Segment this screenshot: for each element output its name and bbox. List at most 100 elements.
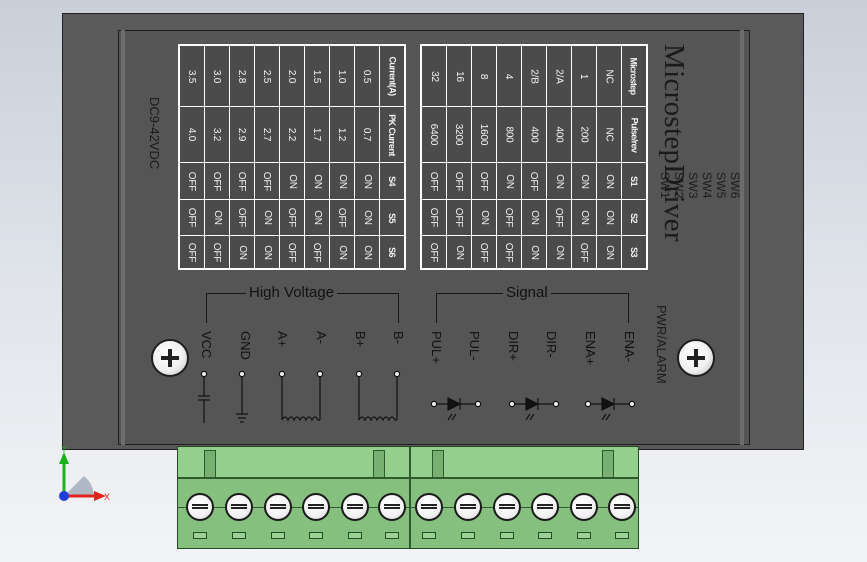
terminal-label-a-minus: A- [314, 331, 329, 344]
table-cell: OFF [428, 242, 440, 262]
table-cell: ON [286, 173, 298, 189]
table-cell: ON [578, 173, 590, 189]
coil-a-symbol [278, 370, 324, 422]
table-header-cell: PK Current [387, 113, 398, 156]
signal-bracket-right [628, 293, 629, 323]
table-cell: 1.5 [311, 69, 323, 83]
table-header-cell: Microstep [629, 57, 640, 95]
power-alarm-label: PWR/ALARM [654, 305, 669, 384]
terminal-screw-10[interactable] [531, 493, 559, 521]
table-cell: 2/B [528, 68, 540, 84]
table-header-cell: S4 [387, 176, 397, 186]
coil-b-symbol [355, 370, 401, 422]
terminal-wire-slot-5 [348, 532, 362, 539]
table-cell: OFF [428, 207, 440, 228]
table-cell: ON [236, 244, 248, 260]
panel-edge-left [121, 30, 125, 445]
terminal-screw-1[interactable] [186, 493, 214, 521]
optocoupler-pul-symbol [430, 397, 482, 421]
table-cell: ON [361, 173, 373, 189]
cad-viewport[interactable]: 3.5 3.0 2.8 2.5 2.0 1.5 1.0 0.5 Current(A) 4.0 3.2… [0, 0, 867, 562]
y-axis-label: Y [61, 444, 67, 454]
current-table-field-row: OFF OFF ON ON OFF OFF ON ON S6 [178, 235, 406, 270]
microstep-table-field-row: 6400 3200 1600 800 400 400 200 NC Pulse/rev [420, 106, 648, 163]
high-voltage-bracket-left [206, 293, 207, 323]
table-header-cell: S5 [387, 212, 397, 223]
sw-label: SW5 [714, 172, 728, 199]
table-cell: OFF [236, 171, 248, 191]
current-settings-table: 3.5 3.0 2.8 2.5 2.0 1.5 1.0 0.5 Current(A) 4.0 3.2… [178, 44, 406, 270]
table-cell: 1 [578, 73, 590, 79]
terminal-screw-11[interactable] [570, 493, 598, 521]
table-cell: OFF [311, 242, 323, 262]
terminal-wire-slot-3 [271, 532, 285, 539]
panel-edge-right [740, 30, 744, 445]
mounting-screw-left [151, 339, 189, 377]
product-title: MicrostepDriver [658, 44, 690, 242]
microstep-settings-table: 32 16 8 4 2/B 2/A 1 NC Microstep 6400 3200 1600 800 4… [420, 44, 648, 270]
terminal-block-connector[interactable] [177, 446, 639, 549]
connector-ledge [178, 477, 638, 479]
terminal-screw-5[interactable] [341, 493, 369, 521]
terminal-screw-12[interactable] [608, 493, 636, 521]
microstep-table-field-row: OFF ON OFF OFF ON ON OFF ON S3 [420, 235, 648, 270]
current-table-field-row: OFF ON OFF ON OFF ON OFF ON S5 [178, 199, 406, 236]
terminal-wire-slot-12 [615, 532, 629, 539]
table-cell: 400 [553, 126, 565, 143]
terminal-wire-slot-10 [538, 532, 552, 539]
terminal-screw-7[interactable] [415, 493, 443, 521]
table-cell: 2.7 [261, 127, 273, 142]
terminal-wire-slot-8 [461, 532, 475, 539]
coordinate-triad[interactable]: Y X [50, 444, 120, 514]
table-cell: 400 [528, 126, 540, 143]
current-table-field-row: 3.5 3.0 2.8 2.5 2.0 1.5 1.0 0.5 Current(A) [178, 44, 406, 107]
table-cell: 16 [453, 70, 465, 82]
table-cell: ON [603, 244, 615, 260]
terminal-label-dir-minusplus: DIR+ [506, 331, 521, 361]
terminal-label-dir-minus: DIR- [544, 331, 559, 358]
terminal-wire-slot-2 [232, 532, 246, 539]
table-header-cell: Pulse/rev [629, 117, 640, 152]
table-cell: OFF [186, 242, 198, 262]
triad-arc [64, 476, 94, 496]
table-cell: OFF [211, 171, 223, 191]
terminal-screw-6[interactable] [378, 493, 406, 521]
terminal-screw-4[interactable] [302, 493, 330, 521]
table-cell: ON [211, 210, 223, 225]
table-cell: OFF [236, 207, 248, 228]
table-cell: OFF [503, 207, 515, 228]
table-cell: 8 [478, 73, 490, 79]
table-cell: OFF [286, 207, 298, 228]
table-cell: 3.5 [186, 69, 198, 83]
terminal-wire-slot-7 [422, 532, 436, 539]
terminal-screw-9[interactable] [493, 493, 521, 521]
table-header-cell: S3 [629, 247, 639, 257]
table-cell: 2.5 [261, 69, 273, 83]
wiring-schematic [198, 370, 636, 423]
terminal-label-pul-minus: PUL- [467, 331, 482, 361]
table-cell: 4.0 [186, 127, 198, 142]
terminal-label-b-minusplus: B+ [353, 331, 368, 348]
terminal-label-b-minus: B- [391, 331, 406, 344]
terminal-screw-3[interactable] [264, 493, 292, 521]
terminal-wire-slot-4 [309, 532, 323, 539]
terminal-screw-8[interactable] [454, 493, 482, 521]
terminal-screw-2[interactable] [225, 493, 253, 521]
optocoupler-ena-symbol [584, 397, 636, 421]
capacitor-symbol [198, 370, 210, 423]
table-cell: OFF [453, 207, 465, 228]
connector-latch-1 [204, 450, 216, 478]
table-cell: ON [553, 173, 565, 189]
table-cell: ON [261, 210, 273, 225]
terminal-label-vcc: VCC [199, 331, 214, 359]
high-voltage-bracket-right [398, 293, 399, 323]
mounting-screw-right [677, 339, 715, 377]
table-cell: ON [336, 173, 348, 189]
ground-symbol [236, 370, 248, 423]
table-cell: 2.8 [236, 69, 248, 83]
table-cell: ON [361, 244, 373, 260]
table-cell: OFF [428, 171, 440, 191]
terminal-label-pul-minusplus: PUL+ [429, 331, 444, 364]
terminal-wire-slot-6 [385, 532, 399, 539]
table-cell: OFF [503, 242, 515, 262]
